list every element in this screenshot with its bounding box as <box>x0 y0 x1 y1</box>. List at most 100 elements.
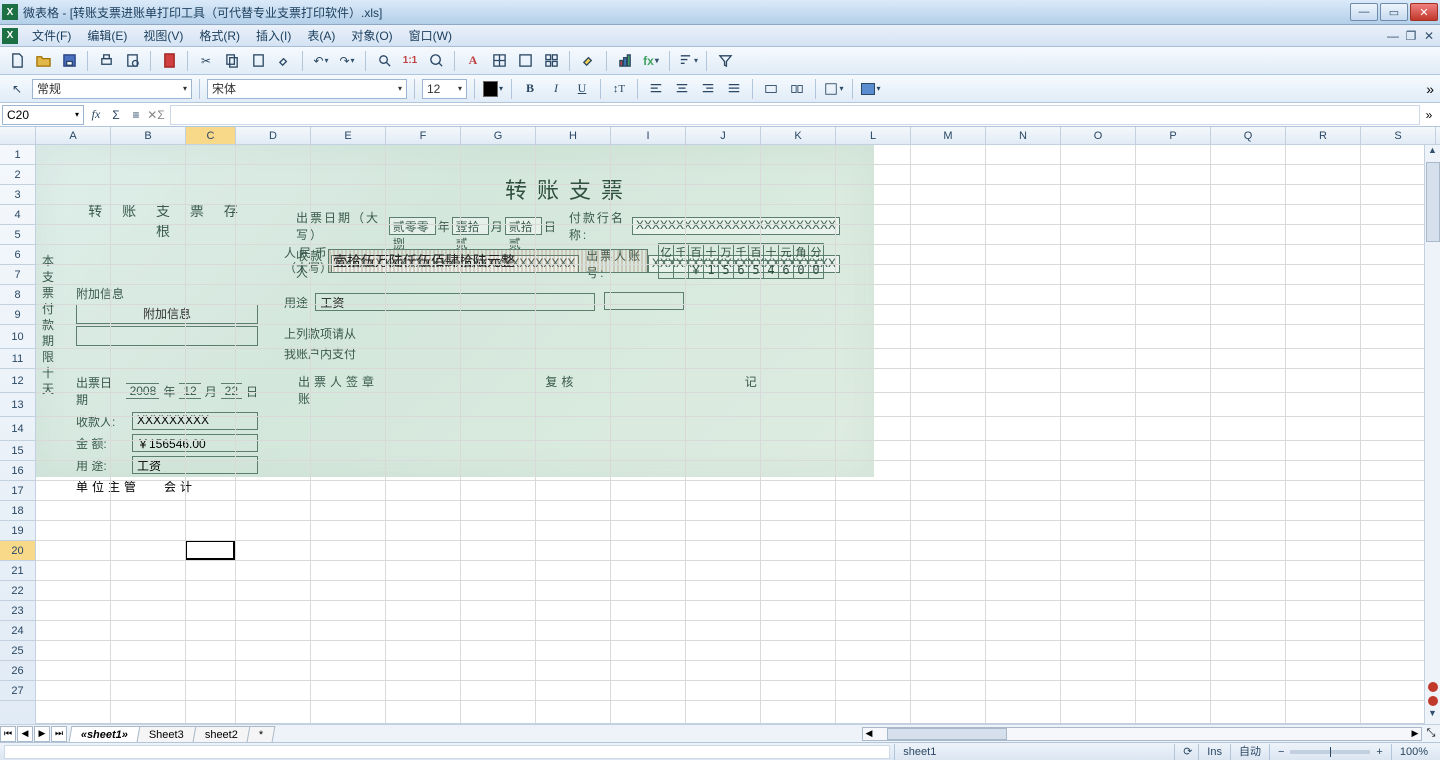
tab-nav-last[interactable]: ⏭ <box>51 726 67 742</box>
col-header-L[interactable]: L <box>836 127 911 144</box>
col-header-A[interactable]: A <box>36 127 111 144</box>
row-header-16[interactable]: 16 <box>0 461 35 481</box>
formula-expand-button[interactable]: » <box>1420 108 1438 122</box>
grid-button[interactable] <box>488 50 510 72</box>
zoom-button[interactable] <box>425 50 447 72</box>
row-header-25[interactable]: 25 <box>0 641 35 661</box>
text-direction-button[interactable]: ↕T <box>608 78 630 100</box>
zoom-percent[interactable]: 100% <box>1391 744 1436 760</box>
save-button[interactable] <box>58 50 80 72</box>
new-file-button[interactable] <box>6 50 28 72</box>
split-marker-1[interactable] <box>1428 682 1438 692</box>
col-header-B[interactable]: B <box>111 127 186 144</box>
align-justify-button[interactable] <box>723 78 745 100</box>
menu-编辑(E)[interactable]: 编辑(E) <box>79 25 135 47</box>
paste-button[interactable] <box>247 50 269 72</box>
row-header-15[interactable]: 15 <box>0 441 35 461</box>
horizontal-scrollbar[interactable]: ◀ ▶ <box>862 727 1422 741</box>
cell-grid[interactable]: 转 账 支 票 存 根 附加信息 附加信息 出票日期 2008年 12月 22日… <box>36 145 1440 724</box>
col-header-G[interactable]: G <box>461 127 536 144</box>
row-header-19[interactable]: 19 <box>0 521 35 541</box>
row-header-26[interactable]: 26 <box>0 661 35 681</box>
tab-split-handle[interactable]: ⤡ <box>1422 727 1440 740</box>
format-paintbrush-button[interactable] <box>273 50 295 72</box>
doc-restore-button[interactable]: ❐ <box>1402 29 1420 43</box>
cells-button[interactable] <box>540 50 562 72</box>
border-style-button[interactable]: ▾ <box>823 78 845 100</box>
split-cells-button[interactable] <box>786 78 808 100</box>
row-header-13[interactable]: 13 <box>0 393 35 417</box>
fill-color-button[interactable]: ▾ <box>860 78 882 100</box>
status-ins[interactable]: Ins <box>1198 744 1230 760</box>
col-header-P[interactable]: P <box>1136 127 1211 144</box>
col-header-R[interactable]: R <box>1286 127 1361 144</box>
menu-格式(R)[interactable]: 格式(R) <box>191 25 248 47</box>
row-header-10[interactable]: 10 <box>0 325 35 349</box>
col-header-I[interactable]: I <box>611 127 686 144</box>
borders-button[interactable] <box>514 50 536 72</box>
open-file-button[interactable] <box>32 50 54 72</box>
fx-sigma-button[interactable]: Σ <box>106 105 126 125</box>
sheet-tab-1[interactable]: Sheet3 <box>137 726 197 742</box>
col-header-F[interactable]: F <box>386 127 461 144</box>
bold-button[interactable]: B <box>519 78 541 100</box>
date-button[interactable]: 1:1 <box>399 50 421 72</box>
sheet-tab-3[interactable]: * <box>247 726 276 742</box>
zoom-in-button[interactable]: + <box>1376 744 1382 760</box>
row-header-27[interactable]: 27 <box>0 681 35 701</box>
row-header-3[interactable]: 3 <box>0 185 35 205</box>
undo-button[interactable]: ↶▾ <box>310 50 332 72</box>
row-header-20[interactable]: 20 <box>0 541 35 561</box>
tab-nav-next[interactable]: ▶ <box>34 726 50 742</box>
menu-视图(V)[interactable]: 视图(V) <box>135 25 191 47</box>
window-close-button[interactable]: ✕ <box>1410 3 1438 21</box>
zoom-control[interactable]: − + <box>1269 744 1391 760</box>
doc-close-button[interactable]: ✕ <box>1420 29 1438 43</box>
doc-minimize-button[interactable]: — <box>1384 29 1402 43</box>
row-header-14[interactable]: 14 <box>0 417 35 441</box>
underline-button[interactable]: U <box>571 78 593 100</box>
window-minimize-button[interactable]: — <box>1350 3 1378 21</box>
tab-nav-prev[interactable]: ◀ <box>17 726 33 742</box>
cut-button[interactable]: ✂ <box>195 50 217 72</box>
sheet-tab-0[interactable]: «sheet1» <box>69 726 141 742</box>
font-color-a-button[interactable]: A <box>462 50 484 72</box>
row-header-7[interactable]: 7 <box>0 265 35 285</box>
row-header-1[interactable]: 1 <box>0 145 35 165</box>
row-header-18[interactable]: 18 <box>0 501 35 521</box>
row-header-22[interactable]: 22 <box>0 581 35 601</box>
export-pdf-button[interactable] <box>158 50 180 72</box>
col-header-Q[interactable]: Q <box>1211 127 1286 144</box>
menu-对象(O)[interactable]: 对象(O) <box>343 25 400 47</box>
row-header-12[interactable]: 12 <box>0 369 35 393</box>
redo-button[interactable]: ↷▾ <box>336 50 358 72</box>
menu-插入(I)[interactable]: 插入(I) <box>248 25 299 47</box>
status-mode[interactable]: 自动 <box>1230 744 1269 760</box>
col-header-D[interactable]: D <box>236 127 311 144</box>
col-header-S[interactable]: S <box>1361 127 1436 144</box>
functions-button[interactable]: fx▾ <box>640 50 662 72</box>
menu-文件(F)[interactable]: 文件(F) <box>24 25 79 47</box>
row-header-21[interactable]: 21 <box>0 561 35 581</box>
row-header-17[interactable]: 17 <box>0 481 35 501</box>
tab-nav-first[interactable]: ⏮ <box>0 726 16 742</box>
col-header-E[interactable]: E <box>311 127 386 144</box>
row-header-9[interactable]: 9 <box>0 305 35 325</box>
font-family-combo[interactable]: 宋体▾ <box>207 79 407 99</box>
col-header-M[interactable]: M <box>911 127 986 144</box>
split-marker-2[interactable] <box>1428 696 1438 706</box>
align-right-button[interactable] <box>697 78 719 100</box>
row-header-5[interactable]: 5 <box>0 225 35 245</box>
col-header-C[interactable]: C <box>186 127 236 144</box>
vertical-scrollbar[interactable]: ▲ ▼ <box>1424 145 1440 724</box>
row-header-23[interactable]: 23 <box>0 601 35 621</box>
italic-button[interactable]: I <box>545 78 567 100</box>
highlight-button[interactable] <box>577 50 599 72</box>
fx-equals-button[interactable]: ≡ <box>126 105 146 125</box>
row-header-24[interactable]: 24 <box>0 621 35 641</box>
formula-input[interactable] <box>170 105 1420 125</box>
chart-button[interactable] <box>614 50 636 72</box>
print-preview-button[interactable] <box>121 50 143 72</box>
col-header-K[interactable]: K <box>761 127 836 144</box>
sheet-tab-2[interactable]: sheet2 <box>193 726 251 742</box>
